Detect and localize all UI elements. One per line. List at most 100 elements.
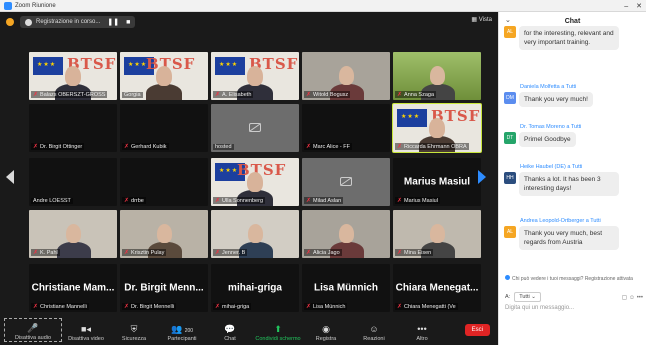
participant-tile[interactable]: BTSF✗A. Elisabeth — [211, 52, 299, 100]
participant-name-label: Andre LOESST — [31, 198, 73, 204]
participant-video — [57, 242, 91, 258]
muted-microphone-icon: ✗ — [306, 92, 312, 98]
participant-name: K. Pahl — [40, 249, 58, 256]
chat-panel: ⌄ Chat AL for the interesting, relevant a… — [498, 12, 646, 345]
participant-name-label: ✗ Alicia Jago — [304, 249, 342, 256]
share-screen-icon: ⬆ — [274, 324, 282, 334]
participant-name: Krisztin Pulay — [131, 249, 165, 256]
participant-tile[interactable]: ✗ Marc Alice - FF — [302, 104, 390, 152]
meeting-toolbar: 🎤 Disattiva audio ■◂ Disattiva video ⛨ S… — [0, 318, 498, 345]
participant-tile[interactable]: ✗ K. Pahl — [29, 210, 117, 258]
participants-button[interactable]: 👥 200 Partecipanti — [158, 318, 206, 343]
participant-tile[interactable]: Dr. Birgit Menn... ✗ Dr. Birgit Mennelli — [120, 264, 208, 312]
recipient-label: A: — [505, 294, 511, 300]
participant-face — [430, 66, 445, 85]
participant-tile[interactable]: Marius Masiul ✗ Marius Masiul — [393, 158, 481, 206]
security-shield-icon[interactable] — [6, 18, 14, 26]
participant-tile[interactable]: BTSF✗Balazs OBERSZT-GROSS — [29, 52, 117, 100]
participant-tile[interactable]: hosted — [211, 104, 299, 152]
participant-tile[interactable]: Chiara Menegat... ✗ Chiara Menegatti (Ve — [393, 264, 481, 312]
participant-face — [430, 224, 445, 243]
view-button[interactable]: ▦ Vista — [471, 16, 492, 23]
eu-flag-image — [33, 57, 63, 75]
muted-microphone-icon: ✗ — [124, 304, 130, 310]
muted-microphone-icon: ✗ — [306, 198, 312, 204]
reactions-button[interactable]: ☺ Reazioni — [350, 318, 398, 343]
minimize-icon[interactable]: – — [624, 3, 628, 10]
muted-microphone-icon: ✗ — [124, 198, 130, 204]
participant-name: A. Elisabeth — [222, 91, 252, 98]
participant-tile[interactable]: BTSF✗Ulla Sonnenberg — [211, 158, 299, 206]
participant-name: Witold Bogusz — [313, 91, 349, 98]
mute-audio-button[interactable]: 🎤 Disattiva audio — [4, 318, 62, 342]
participant-tile[interactable]: ✗ Milad Aslan — [302, 158, 390, 206]
participant-tile[interactable]: ✗ Jenner. B — [211, 210, 299, 258]
participant-name-label: hosted — [213, 144, 234, 150]
chevron-down-icon[interactable]: ⌄ — [505, 16, 511, 24]
muted-microphone-icon: ✗ — [215, 198, 221, 204]
participant-name: Dr. Birgit Ottinger — [40, 143, 83, 150]
muted-microphone-icon: ✗ — [306, 144, 312, 150]
end-meeting-button[interactable]: Esci — [464, 324, 490, 336]
next-page-icon[interactable] — [478, 170, 486, 184]
participant-tile[interactable]: ✗ Dr. Birgit Ottinger — [29, 104, 117, 152]
previous-page-icon[interactable] — [6, 170, 14, 184]
participant-tile[interactable]: Lisa Münnich ✗ Lisa Münnich — [302, 264, 390, 312]
participant-name-label: ✗ mihai-griga — [213, 303, 252, 310]
chat-bubble: Thank you very much, best regards from A… — [519, 226, 619, 250]
video-camera-icon: ■◂ — [81, 324, 91, 334]
participant-name: Gerhard Kubik — [131, 143, 167, 150]
participant-tile[interactable]: ✗ Anna Szaga — [393, 52, 481, 100]
avatar: AL — [504, 26, 516, 38]
participant-face — [429, 118, 445, 138]
participant-tile[interactable]: ✗ Krisztin Pulay — [120, 210, 208, 258]
chat-message: AL for the interesting, relevant and very… — [504, 26, 644, 50]
stop-recording-icon[interactable]: ■ — [126, 19, 130, 26]
chat-visibility-note[interactable]: Chi può vedere i tuoi messaggi? Registra… — [505, 275, 633, 282]
recording-indicator: Registrazione in corso... ❚❚ ■ — [20, 16, 136, 28]
close-icon[interactable]: ✕ — [636, 2, 642, 10]
chat-message: Andrea Leopold-Ortberger a Tutti AL Thank … — [504, 218, 644, 250]
participant-name: hosted — [215, 144, 232, 150]
participant-name-label: ✗ Marius Masiul — [395, 197, 440, 204]
pause-recording-icon[interactable]: ❚❚ — [107, 18, 119, 26]
stop-video-button[interactable]: ■◂ Disattiva video — [62, 318, 110, 343]
more-button[interactable]: ••• Altro — [398, 318, 446, 343]
security-button[interactable]: ⛨ Sicurezza — [110, 318, 158, 343]
participant-tile[interactable]: ✗ Gerhard Kubik — [120, 104, 208, 152]
avatar: HH — [504, 172, 516, 184]
recipient-select[interactable]: Tutti ⌄ — [514, 292, 541, 302]
participant-display-name: Dr. Birgit Menn... — [124, 282, 204, 294]
chat-bubble-icon: 💬 — [224, 324, 236, 334]
participant-name-label: ✗ Balazs OBERSZT-GROSS — [31, 91, 108, 98]
chat-message: Heike Haubel (DE) a Tutti HH Thanks a lot.… — [504, 164, 644, 196]
chat-button[interactable]: 💬 Chat — [206, 318, 254, 343]
muted-microphone-icon: ✗ — [397, 198, 403, 204]
participant-tile[interactable]: ✗ Alicia Jago — [302, 210, 390, 258]
muted-microphone-icon: ✗ — [33, 92, 39, 98]
participant-tile[interactable]: ✗ drrbe — [120, 158, 208, 206]
participant-tile[interactable]: BTSFGorgia — [120, 52, 208, 100]
muted-microphone-icon: ✗ — [124, 144, 130, 150]
file-attach-icon[interactable]: ▢ ☺ ••• — [622, 294, 643, 301]
participant-tile[interactable]: Andre LOESST — [29, 158, 117, 206]
record-button[interactable]: ◉ Registra — [302, 318, 350, 343]
participant-tile[interactable]: ✗ Mina Eisen — [393, 210, 481, 258]
share-screen-button[interactable]: ⬆ Condividi schermo — [254, 318, 302, 343]
chat-sender: Andrea Leopold-Ortberger a Tutti — [520, 218, 601, 224]
participant-face — [157, 224, 172, 243]
participant-tile[interactable]: BTSF✗Riccarda Ehrmann OBRA — [392, 103, 482, 153]
participant-name: Andre LOESST — [33, 198, 71, 204]
chat-input[interactable]: Digita qui un messaggio... — [505, 305, 641, 311]
participant-tile[interactable]: Christiane Mam... ✗ Christiane Mannelli — [29, 264, 117, 312]
muted-microphone-icon: ✗ — [124, 250, 130, 256]
view-label: Vista — [478, 17, 492, 23]
video-off-icon — [340, 177, 352, 186]
chat-sender: Heike Haubel (DE) a Tutti — [520, 164, 583, 170]
chat-message-row: AL for the interesting, relevant and very… — [504, 26, 644, 50]
participant-tile[interactable]: ✗ Witold Bogusz — [302, 52, 390, 100]
participant-name-label: ✗ Anna Szaga — [395, 91, 436, 98]
participant-name-label: ✗ Marc Alice - FF — [304, 143, 353, 150]
participant-tile[interactable]: mihai-griga ✗ mihai-griga — [211, 264, 299, 312]
chat-recipient-bar: A: Tutti ⌄ ▢ ☺ ••• — [505, 292, 643, 302]
